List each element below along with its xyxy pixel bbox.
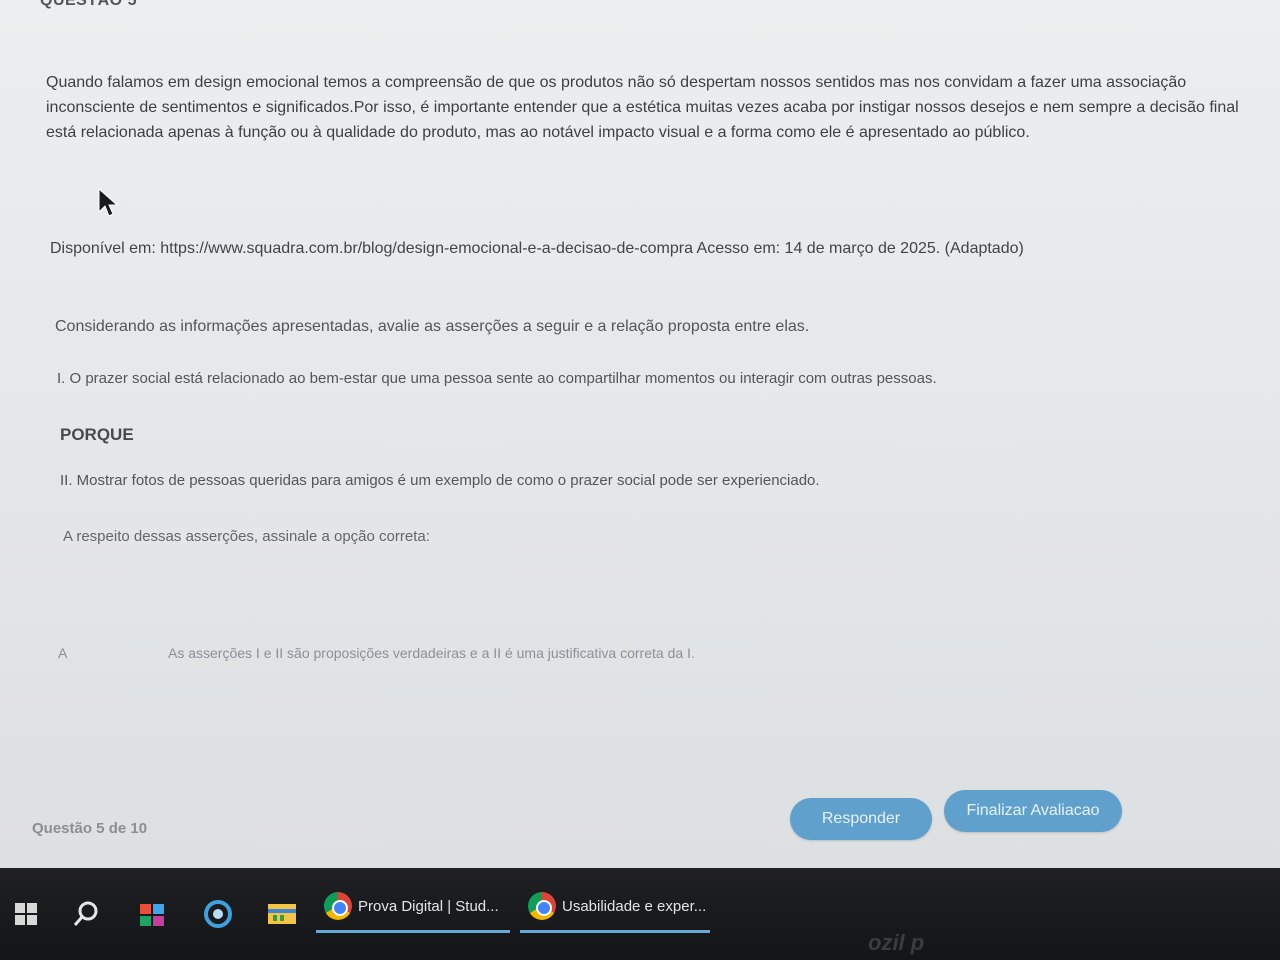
porque-label: PORQUE <box>60 425 134 444</box>
source-citation: Disponível em: https://www.squadra.com.b… <box>50 240 1024 257</box>
taskbar-app-prova-digital[interactable]: Prova Digital | Stud... <box>316 882 510 933</box>
windows-taskbar: Prova Digital | Stud... Usabilidade e ex… <box>0 868 1280 960</box>
assertion-two: II. Mostrar fotos de pessoas queridas pa… <box>60 472 820 489</box>
monitor-brand-watermark: ozil p <box>868 930 925 955</box>
taskbar-app-label: Prova Digital | Stud... <box>358 897 499 915</box>
office-icon[interactable] <box>132 894 172 934</box>
question-paragraph: Quando falamos em design emocional temos… <box>46 74 1239 141</box>
search-icon[interactable] <box>66 894 106 934</box>
chrome-icon <box>324 892 352 920</box>
question-heading: QUESTÃO 5 <box>40 0 137 9</box>
option-letter: A <box>58 645 68 661</box>
consider-statement: Considerando as informações apresentadas… <box>55 318 810 335</box>
responder-button[interactable]: Responder <box>790 798 932 840</box>
instruction-text: A respeito dessas asserções, assinale a … <box>63 528 430 545</box>
option-text: As asserções I e II são proposições verd… <box>168 645 695 661</box>
app-shield-icon[interactable] <box>198 894 238 934</box>
exam-page: QUESTÃO 5 Quando falamos em design emoci… <box>0 0 1280 868</box>
question-counter: Questão 5 de 10 <box>32 820 148 837</box>
windows-start-icon[interactable] <box>6 894 46 934</box>
chrome-icon <box>528 892 556 920</box>
file-explorer-icon[interactable] <box>262 894 302 934</box>
finalizar-avaliacao-button[interactable]: Finalizar Avaliacao <box>944 790 1122 832</box>
taskbar-app-usabilidade[interactable]: Usabilidade e exper... <box>520 882 710 933</box>
taskbar-app-label: Usabilidade e exper... <box>562 897 707 915</box>
answer-option-a[interactable]: A As asserções I e II são proposições ve… <box>58 640 818 666</box>
assertion-one: I. O prazer social está relacionado ao b… <box>57 370 937 387</box>
